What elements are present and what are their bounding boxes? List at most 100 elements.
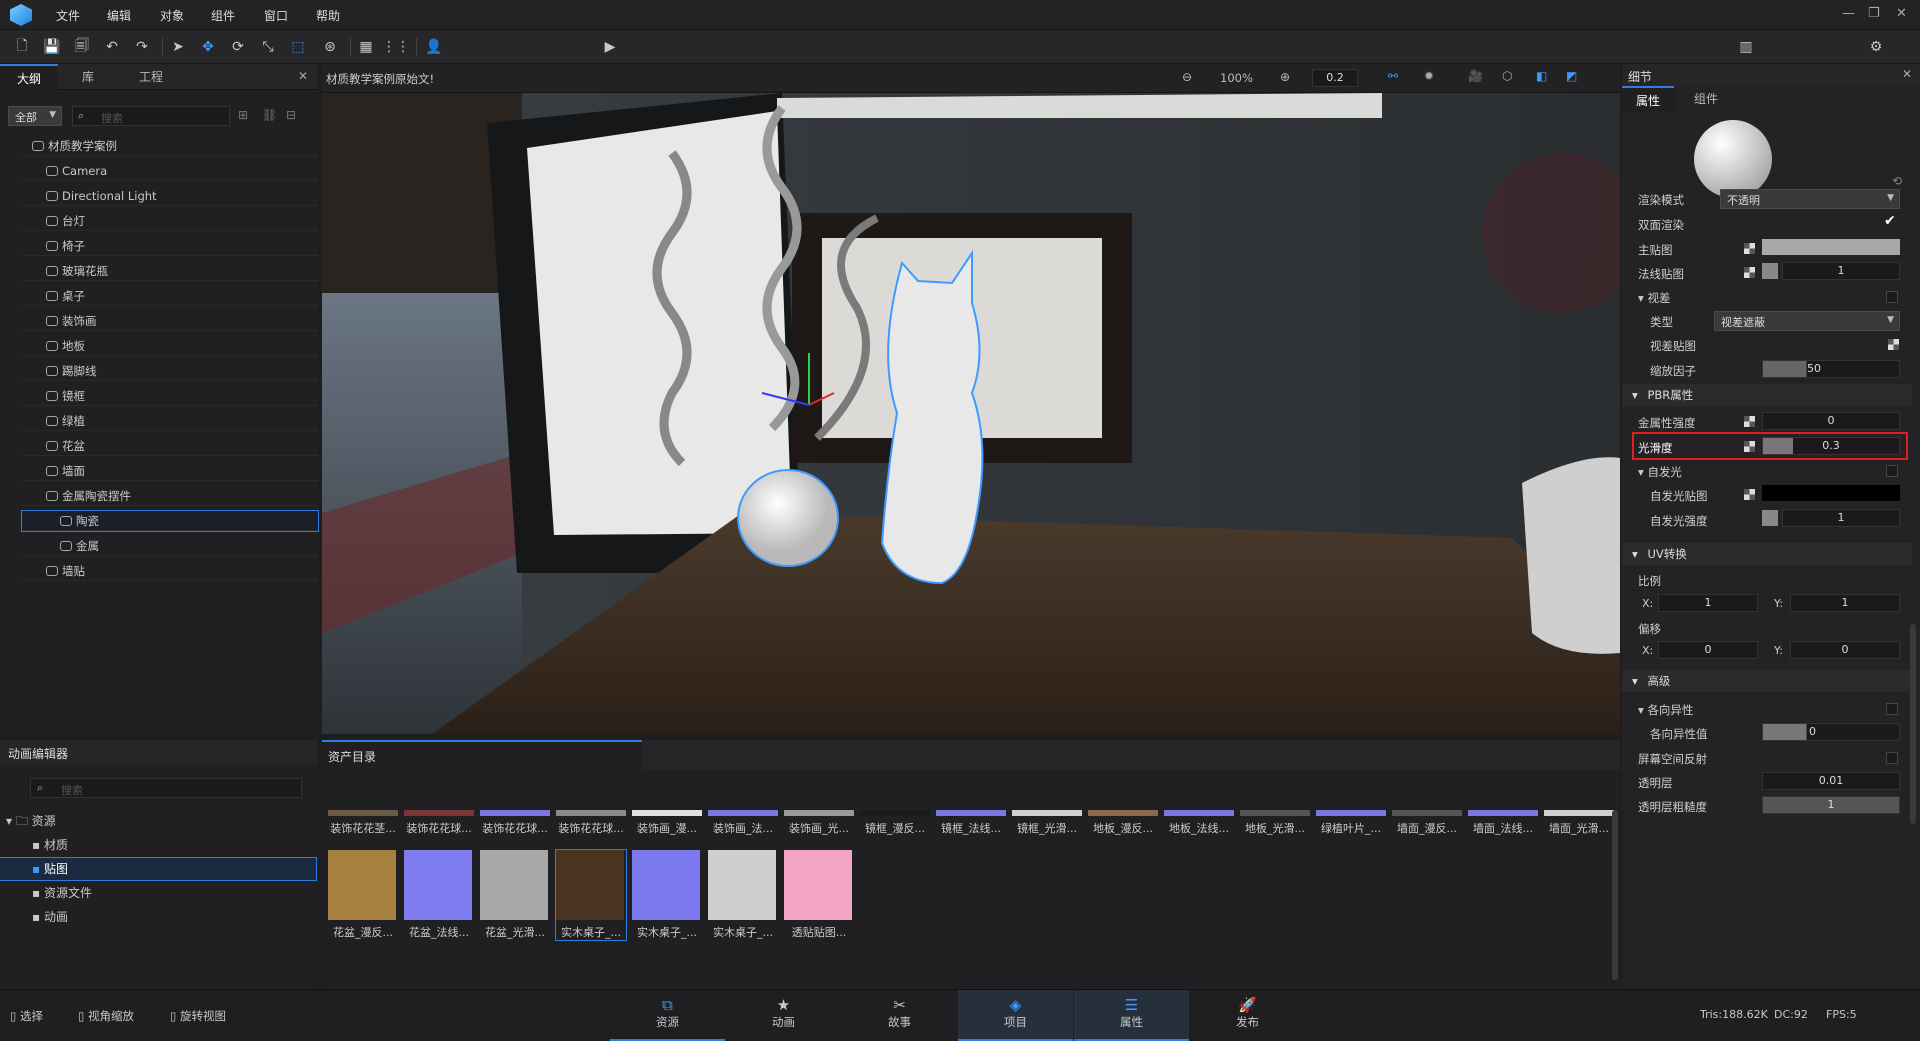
tree-node-resource-files[interactable]: ▪ 资源文件: [32, 882, 302, 904]
close-icon[interactable]: ✕: [1902, 67, 1912, 81]
outline-item[interactable]: 陶瓷: [21, 510, 319, 532]
menu-edit[interactable]: 编辑: [107, 7, 131, 24]
texture-icon[interactable]: [1744, 267, 1755, 278]
close-icon[interactable]: ✕: [1896, 6, 1907, 21]
asset-thumbnail[interactable]: 花盆_光滑...: [480, 850, 550, 940]
menu-file[interactable]: 文件: [56, 7, 80, 24]
tab-publish[interactable]: 🚀 发布: [1190, 990, 1305, 1041]
outline-item[interactable]: 装饰画: [22, 311, 318, 331]
outline-item[interactable]: 金属陶瓷摆件: [22, 486, 318, 506]
texture-icon[interactable]: [1744, 441, 1755, 452]
outline-item[interactable]: 绿植: [22, 411, 318, 431]
texture-icon[interactable]: [1744, 416, 1755, 427]
save-icon[interactable]: 💾: [42, 37, 62, 57]
snap-grid-icon[interactable]: ⋮⋮: [382, 37, 410, 57]
asset-thumbnail[interactable]: 花盆_法线...: [404, 850, 474, 940]
save-all-icon[interactable]: 🗐: [72, 37, 92, 57]
outline-item[interactable]: 花盆: [22, 436, 318, 456]
asset-thumbnail[interactable]: 地板_漫反...: [1088, 810, 1158, 836]
layout-icon[interactable]: ▥: [1736, 37, 1756, 57]
normal-map-strength[interactable]: 1: [1782, 262, 1900, 280]
asset-thumbnail[interactable]: 装饰花花球...: [480, 810, 550, 836]
close-icon[interactable]: ✕: [298, 69, 308, 83]
minimize-icon[interactable]: —: [1842, 6, 1855, 21]
asset-thumbnail[interactable]: 实木桌子_...: [555, 849, 627, 941]
select-tool-icon[interactable]: ➤: [168, 37, 188, 57]
double-side-checkbox[interactable]: ✔: [1884, 213, 1896, 229]
add-node-icon[interactable]: ⊞: [238, 108, 248, 122]
tab-properties-bottom[interactable]: ☰ 属性: [1074, 990, 1189, 1041]
asset-thumbnail[interactable]: 装饰花花球...: [404, 810, 474, 836]
gizmo-icon[interactable]: ⚯: [1388, 69, 1398, 83]
emission-color-swatch[interactable]: [1762, 485, 1900, 501]
outline-item[interactable]: 踢脚线: [22, 361, 318, 381]
new-file-icon[interactable]: 🗋: [12, 37, 32, 57]
offset-y-field[interactable]: 0: [1790, 641, 1900, 659]
scale-y-field[interactable]: 1: [1790, 594, 1900, 612]
asset-thumbnail[interactable]: 墙面_光滑...: [1544, 810, 1614, 836]
camera-icon[interactable]: 🎥: [1468, 69, 1483, 83]
aniso-value-slider[interactable]: 0: [1762, 723, 1900, 741]
aniso-checkbox[interactable]: [1886, 703, 1898, 715]
asset-thumbnail[interactable]: 镜框_法线...: [936, 810, 1006, 836]
asset-thumbnail[interactable]: 墙面_法线...: [1468, 810, 1538, 836]
tab-components[interactable]: 组件: [1674, 86, 1738, 112]
menu-object[interactable]: 对象: [160, 7, 184, 24]
menu-component[interactable]: 组件: [211, 7, 235, 24]
tree-node-animation[interactable]: ▪ 动画: [32, 906, 302, 928]
light-icon[interactable]: ✹: [1424, 69, 1434, 83]
detail-scrollbar[interactable]: [1910, 624, 1916, 824]
collapse-icon[interactable]: ⊟: [286, 108, 296, 122]
ssr-checkbox[interactable]: [1886, 752, 1898, 764]
outline-item[interactable]: Directional Light: [22, 186, 318, 206]
asset-thumbnail[interactable]: 透贴贴图...: [784, 850, 854, 940]
zoom-out-icon[interactable]: ⊖: [1182, 70, 1192, 84]
tab-library[interactable]: 库: [58, 64, 118, 90]
tree-node-resources[interactable]: ▾ 🗀 资源: [6, 810, 306, 832]
outline-item[interactable]: 台灯: [22, 211, 318, 231]
parallax-checkbox[interactable]: [1886, 291, 1898, 303]
uv-section-header[interactable]: ▾ UV转换: [1622, 543, 1912, 565]
scene-viewport[interactable]: [322, 93, 1620, 734]
zoom-mode[interactable]: ▯ 视角缩放: [78, 1008, 134, 1024]
shading-icon[interactable]: ◧: [1536, 69, 1547, 83]
asset-thumbnail[interactable]: 镜框_光滑...: [1012, 810, 1082, 836]
stats-icon[interactable]: ◩: [1566, 69, 1577, 83]
offset-x-field[interactable]: 0: [1658, 641, 1758, 659]
scale-factor-slider[interactable]: 50: [1762, 360, 1900, 378]
scale-x-field[interactable]: 1: [1658, 594, 1758, 612]
normal-map-swatch[interactable]: [1762, 263, 1778, 279]
grid-icon[interactable]: ▦: [356, 37, 376, 57]
tab-animation[interactable]: ★ 动画: [726, 990, 841, 1041]
menu-window[interactable]: 窗口: [264, 7, 288, 24]
outline-item[interactable]: 材质教学案例: [22, 136, 318, 156]
zoom-in-icon[interactable]: ⊕: [1280, 70, 1290, 84]
asset-thumbnail[interactable]: 装饰画_法...: [708, 810, 778, 836]
outline-item[interactable]: 桌子: [22, 286, 318, 306]
tab-project-bottom[interactable]: ◈ 项目: [958, 990, 1073, 1041]
step-field[interactable]: 0.2: [1312, 69, 1358, 87]
texture-icon[interactable]: [1888, 339, 1899, 350]
advanced-section-header[interactable]: ▾ 高级: [1622, 670, 1912, 692]
outline-item[interactable]: 墙贴: [22, 561, 318, 581]
outline-item[interactable]: 墙面: [22, 461, 318, 481]
outline-item[interactable]: 地板: [22, 336, 318, 356]
settings-icon[interactable]: ⚙: [1866, 37, 1886, 57]
asset-thumbnail[interactable]: 装饰画_漫...: [632, 810, 702, 836]
tab-project[interactable]: 工程: [118, 64, 184, 90]
transparent-slider[interactable]: 0.01: [1762, 772, 1900, 790]
redo-icon[interactable]: ↷: [132, 37, 152, 57]
emission-checkbox[interactable]: [1886, 465, 1898, 477]
outline-item[interactable]: Camera: [22, 161, 318, 181]
rotate-mode[interactable]: ▯ 旋转视图: [170, 1008, 226, 1024]
asset-thumbnail[interactable]: 实木桌子_...: [708, 850, 778, 940]
asset-thumbnail[interactable]: 装饰画_光...: [784, 810, 854, 836]
scale-tool-icon[interactable]: ⤡: [258, 37, 278, 57]
select-mode[interactable]: ▯ 选择: [10, 1008, 43, 1024]
main-map-swatch[interactable]: [1762, 239, 1900, 255]
asset-thumbnail[interactable]: 绿植叶片_...: [1316, 810, 1386, 836]
emission-strength-field[interactable]: 1: [1782, 509, 1900, 527]
outline-item[interactable]: 金属: [22, 536, 318, 556]
tree-node-textures[interactable]: ▪ 贴图: [0, 857, 317, 881]
pivot-icon[interactable]: ⊛: [320, 37, 340, 57]
